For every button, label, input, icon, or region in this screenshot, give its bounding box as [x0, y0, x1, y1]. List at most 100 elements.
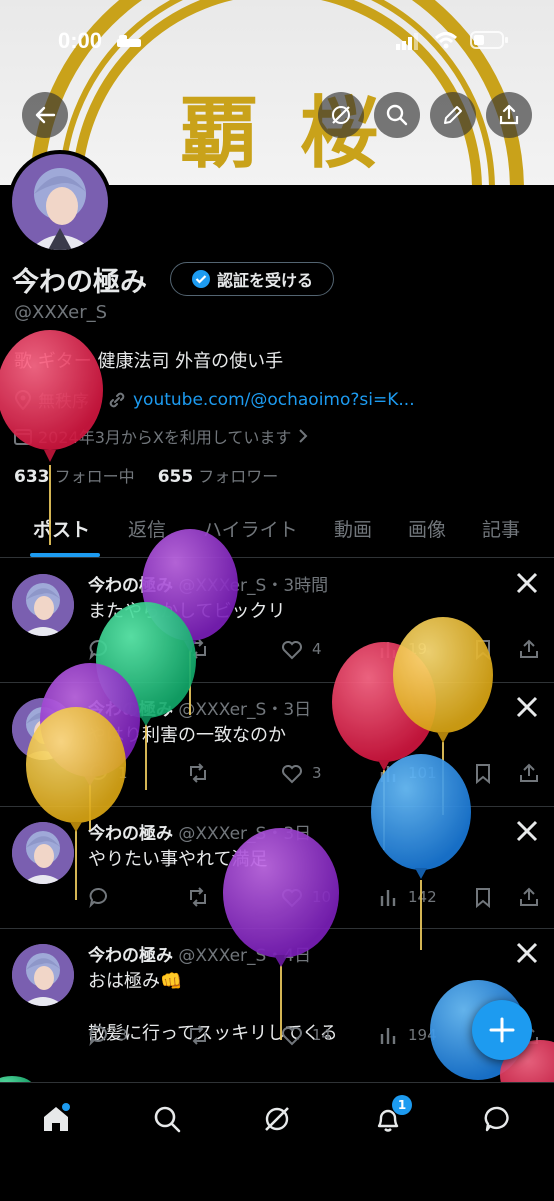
bookmark-icon: [476, 764, 490, 784]
back-button[interactable]: [22, 92, 68, 138]
like-button[interactable]: 14: [280, 1024, 331, 1046]
share-post-button[interactable]: [518, 886, 540, 908]
profile-link[interactable]: youtube.com/@ochaoimo?si=K...: [133, 390, 415, 410]
followers-count: 655: [157, 467, 194, 487]
grok-icon: [332, 106, 350, 124]
repost-button[interactable]: [186, 886, 218, 908]
home-dot-indicator: [62, 1103, 70, 1111]
reply-button[interactable]: 1: [88, 762, 128, 784]
reply-icon: [89, 1026, 107, 1046]
like-count: 10: [312, 888, 332, 906]
grok-button[interactable]: [318, 92, 364, 138]
repost-button[interactable]: [186, 1024, 218, 1046]
following-count: 633: [14, 467, 50, 487]
views-button[interactable]: 101: [378, 762, 437, 784]
profile-handle: @XXXer_S: [14, 302, 108, 323]
like-count: 3: [312, 764, 322, 782]
banner-char-1: 覇: [180, 88, 258, 179]
post-author-name: 今わの極み: [88, 700, 173, 720]
profile-joined[interactable]: 2024年3月からXを利用しています: [14, 424, 309, 448]
bar-chart-icon: [380, 766, 396, 782]
post-header: 今わの極み @XXXer_S・3日: [88, 819, 311, 844]
post-avatar[interactable]: [12, 944, 74, 1006]
bar-chart-icon: [380, 1028, 396, 1044]
following-link[interactable]: 633 フォロー中: [14, 467, 135, 487]
reply-button[interactable]: [88, 886, 118, 908]
views-button[interactable]: 142: [378, 886, 437, 908]
post-actions: 10 142: [88, 886, 540, 914]
post-avatar[interactable]: [12, 574, 74, 636]
repost-icon: [190, 639, 206, 659]
sleep-icon: [117, 35, 141, 47]
nav-grok[interactable]: [257, 1099, 297, 1139]
search-button[interactable]: [374, 92, 420, 138]
profile-avatar[interactable]: [8, 150, 112, 254]
reply-button[interactable]: 3: [88, 1024, 128, 1046]
verified-badge-icon: [191, 270, 210, 288]
repost-button[interactable]: [186, 762, 218, 784]
pencil-icon: [444, 106, 462, 124]
share-icon: [520, 887, 538, 906]
share-post-button[interactable]: [518, 638, 540, 660]
search-icon: [386, 104, 408, 126]
views-button[interactable]: 194: [378, 1024, 437, 1046]
like-button[interactable]: 10: [280, 886, 331, 908]
like-button[interactable]: 4: [280, 638, 322, 660]
heart-icon: [282, 889, 302, 908]
search-icon: [154, 1106, 181, 1133]
bookmark-button[interactable]: [472, 762, 494, 784]
followers-link[interactable]: 655 フォロワー: [157, 467, 279, 487]
post-item[interactable]: 今わの極み @XXXer_S・3日やりたい事やれて満足 10 142: [0, 806, 554, 929]
arrow-left-icon: [35, 106, 56, 124]
post-text: やりたい事やれて満足: [88, 849, 268, 870]
post-avatar[interactable]: [12, 698, 74, 760]
share-button[interactable]: [486, 92, 532, 138]
post-avatar[interactable]: [12, 822, 74, 884]
wifi-icon: [434, 32, 458, 49]
follow-stats: 633 フォロー中 655 フォロワー: [14, 463, 278, 487]
profile-meta: 無秩序 youtube.com/@ochaoimo?si=K...: [14, 387, 415, 412]
chat-bubble-icon: [484, 1106, 509, 1132]
tab-highlights[interactable]: ハイライト: [203, 515, 298, 542]
bookmark-button[interactable]: [472, 886, 494, 908]
share-post-button[interactable]: [518, 762, 540, 784]
bookmark-button[interactable]: [472, 638, 494, 660]
get-verified-button[interactable]: 認証を受ける: [170, 262, 334, 296]
bookmark-icon: [476, 888, 490, 908]
view-count: 101: [408, 764, 437, 782]
post-item[interactable]: 今わの極み @XXXer_S・3日 やはり利害の一致なのか 1 3 101: [0, 682, 554, 807]
repost-icon: [190, 887, 206, 907]
views-button[interactable]: 19: [378, 638, 427, 660]
status-bar: 0:00: [0, 0, 554, 80]
reply-button[interactable]: [88, 638, 118, 660]
heart-icon: [282, 765, 302, 784]
notification-badge: 1: [392, 1095, 412, 1115]
tab-images[interactable]: 画像: [408, 515, 446, 542]
tab-videos[interactable]: 動画: [334, 515, 372, 542]
location-icon: [14, 389, 32, 410]
post-item[interactable]: 今わの極み @XXXer_S・3時間 またやらかしてビックリ 4 19: [0, 558, 554, 683]
x-logo-icon: [516, 572, 538, 594]
chevron-right-icon: [299, 429, 308, 443]
nav-notifications[interactable]: 1: [368, 1095, 412, 1139]
nav-search[interactable]: [147, 1099, 187, 1139]
x-logo-icon: [516, 696, 538, 718]
repost-button[interactable]: [186, 638, 218, 660]
compose-post-button[interactable]: [472, 1000, 532, 1060]
tab-articles[interactable]: 記事: [482, 515, 520, 542]
tab-posts[interactable]: ポスト: [33, 515, 90, 542]
post-item[interactable]: 今わの極み @XXXer_S・4日 おは極み👊 散髪に行ってスッキリしてくる 3 14…: [0, 928, 554, 1089]
like-button[interactable]: 3: [280, 762, 322, 784]
link-icon: [109, 392, 125, 407]
calendar-icon: [14, 429, 32, 445]
nav-messages[interactable]: [478, 1099, 518, 1139]
active-tab-indicator: [30, 553, 100, 557]
x-logo-icon: [516, 820, 538, 842]
edit-button[interactable]: [430, 92, 476, 138]
share-icon: [499, 104, 519, 125]
nav-home[interactable]: [36, 1099, 76, 1139]
profile-location: 無秩序: [38, 392, 89, 412]
view-count: 19: [408, 640, 428, 658]
tab-replies[interactable]: 返信: [128, 515, 166, 542]
bookmark-icon: [476, 640, 490, 660]
